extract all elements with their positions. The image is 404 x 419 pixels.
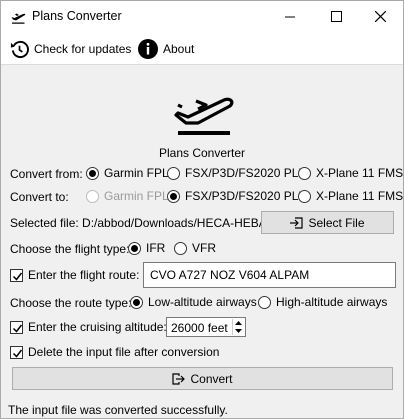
radio-label: X-Plane 11 FMS [316, 166, 404, 180]
minimize-button[interactable] [267, 1, 313, 32]
checkbox-indicator [10, 345, 23, 359]
radio-label: X-Plane 11 FMS [316, 189, 404, 203]
title-bar[interactable]: Plans Converter [1, 1, 403, 32]
checkbox-indicator [10, 320, 23, 334]
airplane-departure-icon [10, 9, 26, 25]
convert-button[interactable]: Convert [12, 367, 393, 390]
radio-indicator [174, 241, 187, 255]
file-import-icon [290, 216, 304, 229]
radio-label: Low-altitude airways [148, 295, 257, 309]
altitude-value: 26000 feet [171, 321, 228, 335]
radio-indicator [298, 166, 311, 180]
radio-indicator [128, 241, 141, 255]
radio-label: FSX/P3D/FS2020 PLN [185, 166, 308, 180]
minimize-icon [285, 16, 295, 17]
flight-type-ifr-radio[interactable]: IFR [128, 241, 165, 255]
close-icon [374, 11, 386, 22]
radio-label: Garmin FPL [104, 166, 169, 180]
checkbox-indicator [10, 268, 23, 282]
flight-route-checkbox[interactable]: Enter the flight route: [10, 268, 139, 282]
app-caption: Plans Converter [158, 146, 246, 160]
check-updates-label: Check for updates [34, 42, 132, 56]
radio-indicator [86, 166, 99, 180]
cruising-altitude-spinbox[interactable]: 26000 feet [166, 317, 246, 337]
select-file-label: Select File [308, 215, 365, 230]
spin-down-icon[interactable] [233, 327, 244, 335]
convert-from-label: Convert from: [10, 167, 83, 181]
check-updates-button[interactable]: Check for updates [10, 37, 131, 61]
toolbar: Check for updates About [1, 32, 403, 65]
flight-type-vfr-radio[interactable]: VFR [174, 241, 216, 255]
convert-from-garmin-radio[interactable]: Garmin FPL [86, 166, 169, 180]
delete-input-checkbox[interactable]: Delete the input file after conversion [10, 345, 219, 359]
convert-to-garmin-radio: Garmin FPL [86, 189, 169, 203]
radio-label: Garmin FPL [104, 189, 169, 203]
flight-type-label: Choose the flight type: [10, 242, 130, 256]
refresh-history-icon [10, 40, 29, 59]
checkmark-icon [12, 272, 23, 281]
route-type-low-radio[interactable]: Low-altitude airways [130, 295, 257, 309]
radio-label: IFR [146, 241, 166, 255]
app-window: Plans Converter Check for updates About … [0, 0, 404, 419]
about-label: About [163, 42, 195, 56]
info-icon [138, 39, 158, 59]
convert-to-label: Convert to: [10, 190, 69, 204]
airplane-departure-icon [172, 79, 236, 139]
select-file-button[interactable]: Select File [261, 211, 394, 234]
close-button[interactable] [357, 1, 403, 32]
radio-label: High-altitude airways [276, 295, 388, 309]
maximize-icon [330, 11, 342, 22]
checkmark-icon [12, 324, 23, 333]
radio-indicator [167, 166, 180, 180]
file-export-icon [172, 372, 186, 385]
radio-indicator [258, 295, 271, 309]
checkbox-label: Enter the flight route: [28, 268, 140, 282]
radio-label: VFR [192, 241, 216, 255]
spin-up-icon[interactable] [233, 319, 244, 327]
convert-to-xplane-radio[interactable]: X-Plane 11 FMS [298, 189, 403, 203]
convert-label: Convert [190, 371, 233, 386]
cruising-altitude-checkbox[interactable]: Enter the cruising altitude: [10, 320, 167, 334]
checkbox-label: Delete the input file after conversion [28, 345, 220, 359]
about-button[interactable]: About [138, 37, 194, 61]
route-type-high-radio[interactable]: High-altitude airways [258, 295, 387, 309]
selected-file-label: Selected file: D:/abbod/Downloads/HECA-H… [10, 216, 283, 230]
radio-label: FSX/P3D/FS2020 PLN [185, 189, 308, 203]
radio-indicator [167, 189, 180, 203]
route-type-label: Choose the route type: [10, 296, 132, 310]
maximize-button[interactable] [313, 1, 359, 32]
status-message: The input file was converted successfull… [8, 403, 228, 417]
radio-indicator [130, 295, 143, 309]
flight-route-input[interactable]: CVO A727 NOZ V604 ALPAM [143, 262, 396, 288]
spin-arrows [232, 319, 244, 335]
radio-indicator [298, 189, 311, 203]
radio-indicator [86, 189, 99, 203]
convert-to-fsx-radio[interactable]: FSX/P3D/FS2020 PLN [167, 189, 307, 203]
window-title: Plans Converter [32, 9, 122, 23]
convert-from-xplane-radio[interactable]: X-Plane 11 FMS [298, 166, 403, 180]
checkbox-label: Enter the cruising altitude: [28, 320, 167, 334]
convert-from-fsx-radio[interactable]: FSX/P3D/FS2020 PLN [167, 166, 307, 180]
checkmark-icon [12, 349, 23, 358]
